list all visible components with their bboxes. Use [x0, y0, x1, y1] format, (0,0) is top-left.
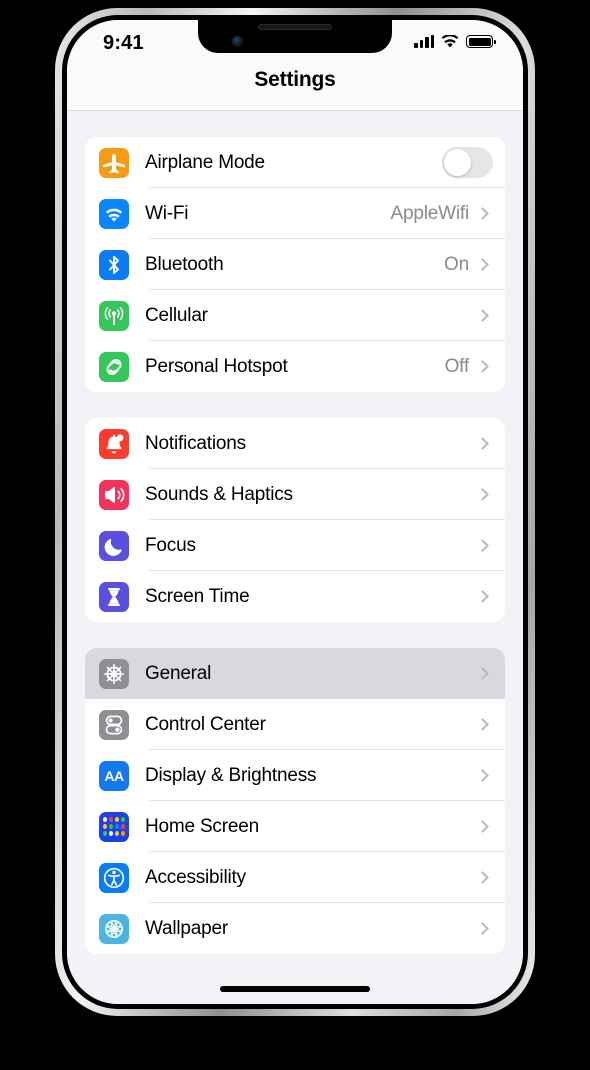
- settings-row-label: Sounds & Haptics: [145, 483, 293, 505]
- settings-row-general[interactable]: General: [85, 648, 505, 699]
- settings-row-label: General: [145, 662, 212, 684]
- settings-row-label: Display & Brightness: [145, 764, 317, 786]
- display-brightness-icon: AA: [99, 760, 129, 791]
- chevron-right-icon: [476, 488, 489, 501]
- cellular-icon: [99, 300, 129, 331]
- hourglass-icon: [99, 581, 129, 612]
- page-title: Settings: [254, 68, 336, 91]
- cellular-signal-icon: [414, 35, 434, 48]
- settings-row-notifications[interactable]: Notifications: [85, 418, 505, 469]
- settings-row-bluetooth[interactable]: Bluetooth On: [85, 239, 505, 290]
- home-screen-icon: [99, 811, 129, 842]
- settings-list[interactable]: Airplane Mode Wi-Fi AppleWifi Bluetooth On Ce…: [67, 111, 523, 1004]
- chevron-right-icon: [476, 437, 489, 450]
- settings-row-label: Wi-Fi: [145, 202, 189, 224]
- settings-row-airplane-mode[interactable]: Airplane Mode: [85, 137, 505, 188]
- settings-row-control-center[interactable]: Control Center: [85, 699, 505, 750]
- chevron-right-icon: [476, 207, 489, 220]
- chevron-right-icon: [476, 667, 489, 680]
- chevron-right-icon: [476, 309, 489, 322]
- settings-row-label: Control Center: [145, 713, 266, 735]
- home-indicator[interactable]: [220, 986, 370, 992]
- settings-row-sounds-haptics[interactable]: Sounds & Haptics: [85, 469, 505, 520]
- chevron-right-icon: [476, 820, 489, 833]
- navigation-bar: Settings: [67, 67, 523, 111]
- status-bar-indicators: [414, 35, 496, 48]
- chevron-right-icon: [476, 718, 489, 731]
- earpiece-speaker-icon: [258, 24, 332, 30]
- iphone-device-frame: 9:41 Settings Airplane Mode Wi-Fi AppleW…: [55, 8, 535, 1016]
- bell-icon: [99, 428, 129, 459]
- settings-row-wallpaper[interactable]: Wallpaper: [85, 903, 505, 954]
- moon-icon: [99, 530, 129, 561]
- settings-row-label: Home Screen: [145, 815, 259, 837]
- accessibility-icon: [99, 862, 129, 893]
- settings-row-focus[interactable]: Focus: [85, 520, 505, 571]
- settings-row-label: Cellular: [145, 304, 208, 326]
- settings-row-label: Bluetooth: [145, 253, 224, 275]
- device-bezel: 9:41 Settings Airplane Mode Wi-Fi AppleW…: [62, 15, 528, 1009]
- settings-row-accessibility[interactable]: Accessibility: [85, 852, 505, 903]
- toggle-knob: [444, 149, 471, 176]
- settings-row-label: Focus: [145, 534, 196, 556]
- speaker-icon: [99, 479, 129, 510]
- chevron-right-icon: [476, 539, 489, 552]
- settings-row-value: Off: [444, 355, 470, 377]
- settings-row-value: On: [444, 253, 469, 275]
- chevron-right-icon: [476, 590, 489, 603]
- wallpaper-icon: [99, 913, 129, 944]
- wifi-icon: [441, 35, 459, 48]
- settings-row-label: Accessibility: [145, 866, 246, 888]
- hotspot-icon: [99, 351, 129, 382]
- chevron-right-icon: [476, 258, 489, 271]
- settings-group: Airplane Mode Wi-Fi AppleWifi Bluetooth On Ce…: [85, 137, 505, 392]
- chevron-right-icon: [476, 922, 489, 935]
- airplane-mode-toggle[interactable]: [442, 147, 493, 178]
- settings-row-personal-hotspot[interactable]: Personal Hotspot Off: [85, 341, 505, 392]
- status-bar-time: 9:41: [103, 32, 144, 54]
- settings-group: Notifications Sounds & Haptics Focus Screen…: [85, 418, 505, 622]
- settings-row-label: Notifications: [145, 432, 246, 454]
- chevron-right-icon: [476, 871, 489, 884]
- settings-row-home-screen[interactable]: Home Screen: [85, 801, 505, 852]
- wifi-icon: [99, 198, 129, 229]
- airplane-icon: [99, 147, 129, 178]
- settings-group: General Control Center AA Display & Brightn…: [85, 648, 505, 954]
- gear-icon: [99, 658, 129, 689]
- chevron-right-icon: [476, 769, 489, 782]
- chevron-right-icon: [476, 360, 489, 373]
- battery-full-icon: [466, 35, 496, 48]
- settings-row-screen-time[interactable]: Screen Time: [85, 571, 505, 622]
- settings-row-wi-fi[interactable]: Wi-Fi AppleWifi: [85, 188, 505, 239]
- display-notch: [198, 20, 392, 53]
- control-center-icon: [99, 709, 129, 740]
- settings-row-label: Screen Time: [145, 585, 250, 607]
- phone-screen: 9:41 Settings Airplane Mode Wi-Fi AppleW…: [67, 20, 523, 1004]
- settings-row-label: Airplane Mode: [145, 151, 265, 173]
- settings-row-label: Wallpaper: [145, 917, 229, 939]
- settings-row-display-brightness[interactable]: AA Display & Brightness: [85, 750, 505, 801]
- settings-row-cellular[interactable]: Cellular: [85, 290, 505, 341]
- bluetooth-icon: [99, 249, 129, 280]
- front-camera-icon: [232, 36, 243, 47]
- battery-fill: [468, 37, 491, 46]
- settings-row-value: AppleWifi: [390, 202, 470, 224]
- settings-row-label: Personal Hotspot: [145, 355, 288, 377]
